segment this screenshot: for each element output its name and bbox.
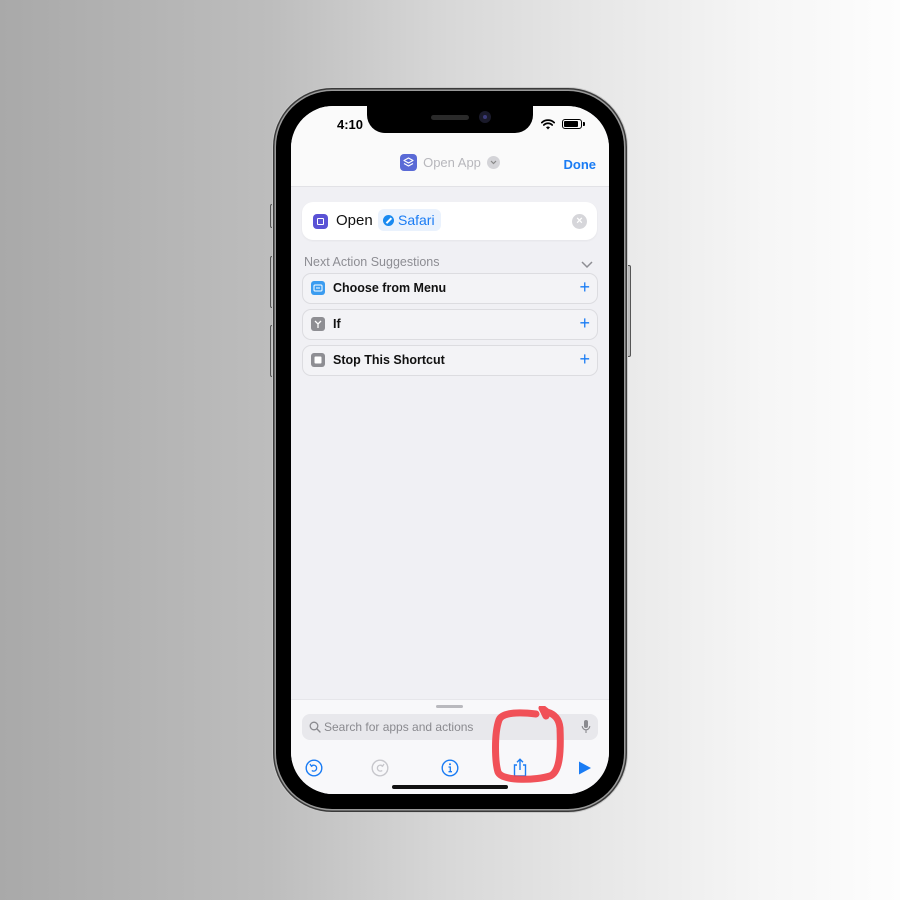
remove-action-button[interactable]: ×	[572, 214, 587, 229]
redo-button[interactable]	[369, 757, 391, 779]
stop-icon	[311, 353, 325, 367]
menu-icon	[311, 281, 325, 295]
info-icon	[441, 759, 459, 777]
phone-screen: 4:10 Open App Done Open Safari × Next Ac…	[291, 106, 609, 794]
nav-bar: Open App Done	[291, 146, 609, 187]
add-icon[interactable]: +	[579, 349, 590, 370]
suggestion-stop-this-shortcut[interactable]: Stop This Shortcut +	[302, 345, 598, 376]
app-name: Safari	[398, 212, 435, 228]
search-input[interactable]: Search for apps and actions	[302, 714, 598, 740]
shortcut-title-menu[interactable]: Open App	[291, 154, 609, 171]
search-icon	[309, 720, 321, 738]
suggestion-if[interactable]: If +	[302, 309, 598, 340]
battery-icon	[562, 119, 585, 129]
phone-frame: 4:10 Open App Done Open Safari × Next Ac…	[276, 91, 624, 809]
run-button[interactable]	[574, 757, 596, 779]
play-icon	[579, 761, 591, 775]
speaker-grille	[431, 115, 469, 120]
suggestion-label: Stop This Shortcut	[333, 353, 445, 367]
action-library-panel: Search for apps and actions	[291, 699, 609, 794]
share-button[interactable]	[509, 757, 531, 779]
notch	[367, 106, 533, 133]
suggestion-label: Choose from Menu	[333, 281, 447, 295]
redo-icon	[371, 759, 389, 777]
power-button	[625, 265, 631, 357]
action-verb: Open	[336, 212, 373, 229]
chevron-down-icon	[486, 156, 500, 169]
wifi-icon	[540, 117, 556, 135]
home-indicator	[392, 785, 508, 789]
undo-icon	[305, 759, 323, 777]
share-icon	[513, 758, 527, 777]
info-button[interactable]	[439, 757, 461, 779]
done-button[interactable]: Done	[564, 157, 597, 172]
collapse-chevron-icon[interactable]	[581, 256, 593, 274]
suggestion-choose-from-menu[interactable]: Choose from Menu +	[302, 273, 598, 304]
open-app-action[interactable]: Open Safari ×	[302, 202, 597, 240]
open-app-icon	[313, 214, 328, 229]
app-parameter[interactable]: Safari	[378, 209, 441, 231]
suggestions-header: Next Action Suggestions	[304, 255, 440, 269]
add-icon[interactable]: +	[579, 277, 590, 298]
status-time: 4:10	[337, 117, 364, 132]
front-camera	[479, 111, 491, 123]
shortcut-title: Open App	[423, 155, 481, 170]
microphone-icon[interactable]	[581, 719, 591, 739]
suggestion-label: If	[333, 317, 341, 331]
drag-handle[interactable]	[436, 705, 463, 708]
search-placeholder: Search for apps and actions	[324, 720, 474, 734]
branch-icon	[311, 317, 325, 331]
safari-icon	[383, 214, 394, 226]
undo-button[interactable]	[303, 757, 325, 779]
add-icon[interactable]: +	[579, 313, 590, 334]
shortcuts-app-icon	[400, 154, 418, 171]
